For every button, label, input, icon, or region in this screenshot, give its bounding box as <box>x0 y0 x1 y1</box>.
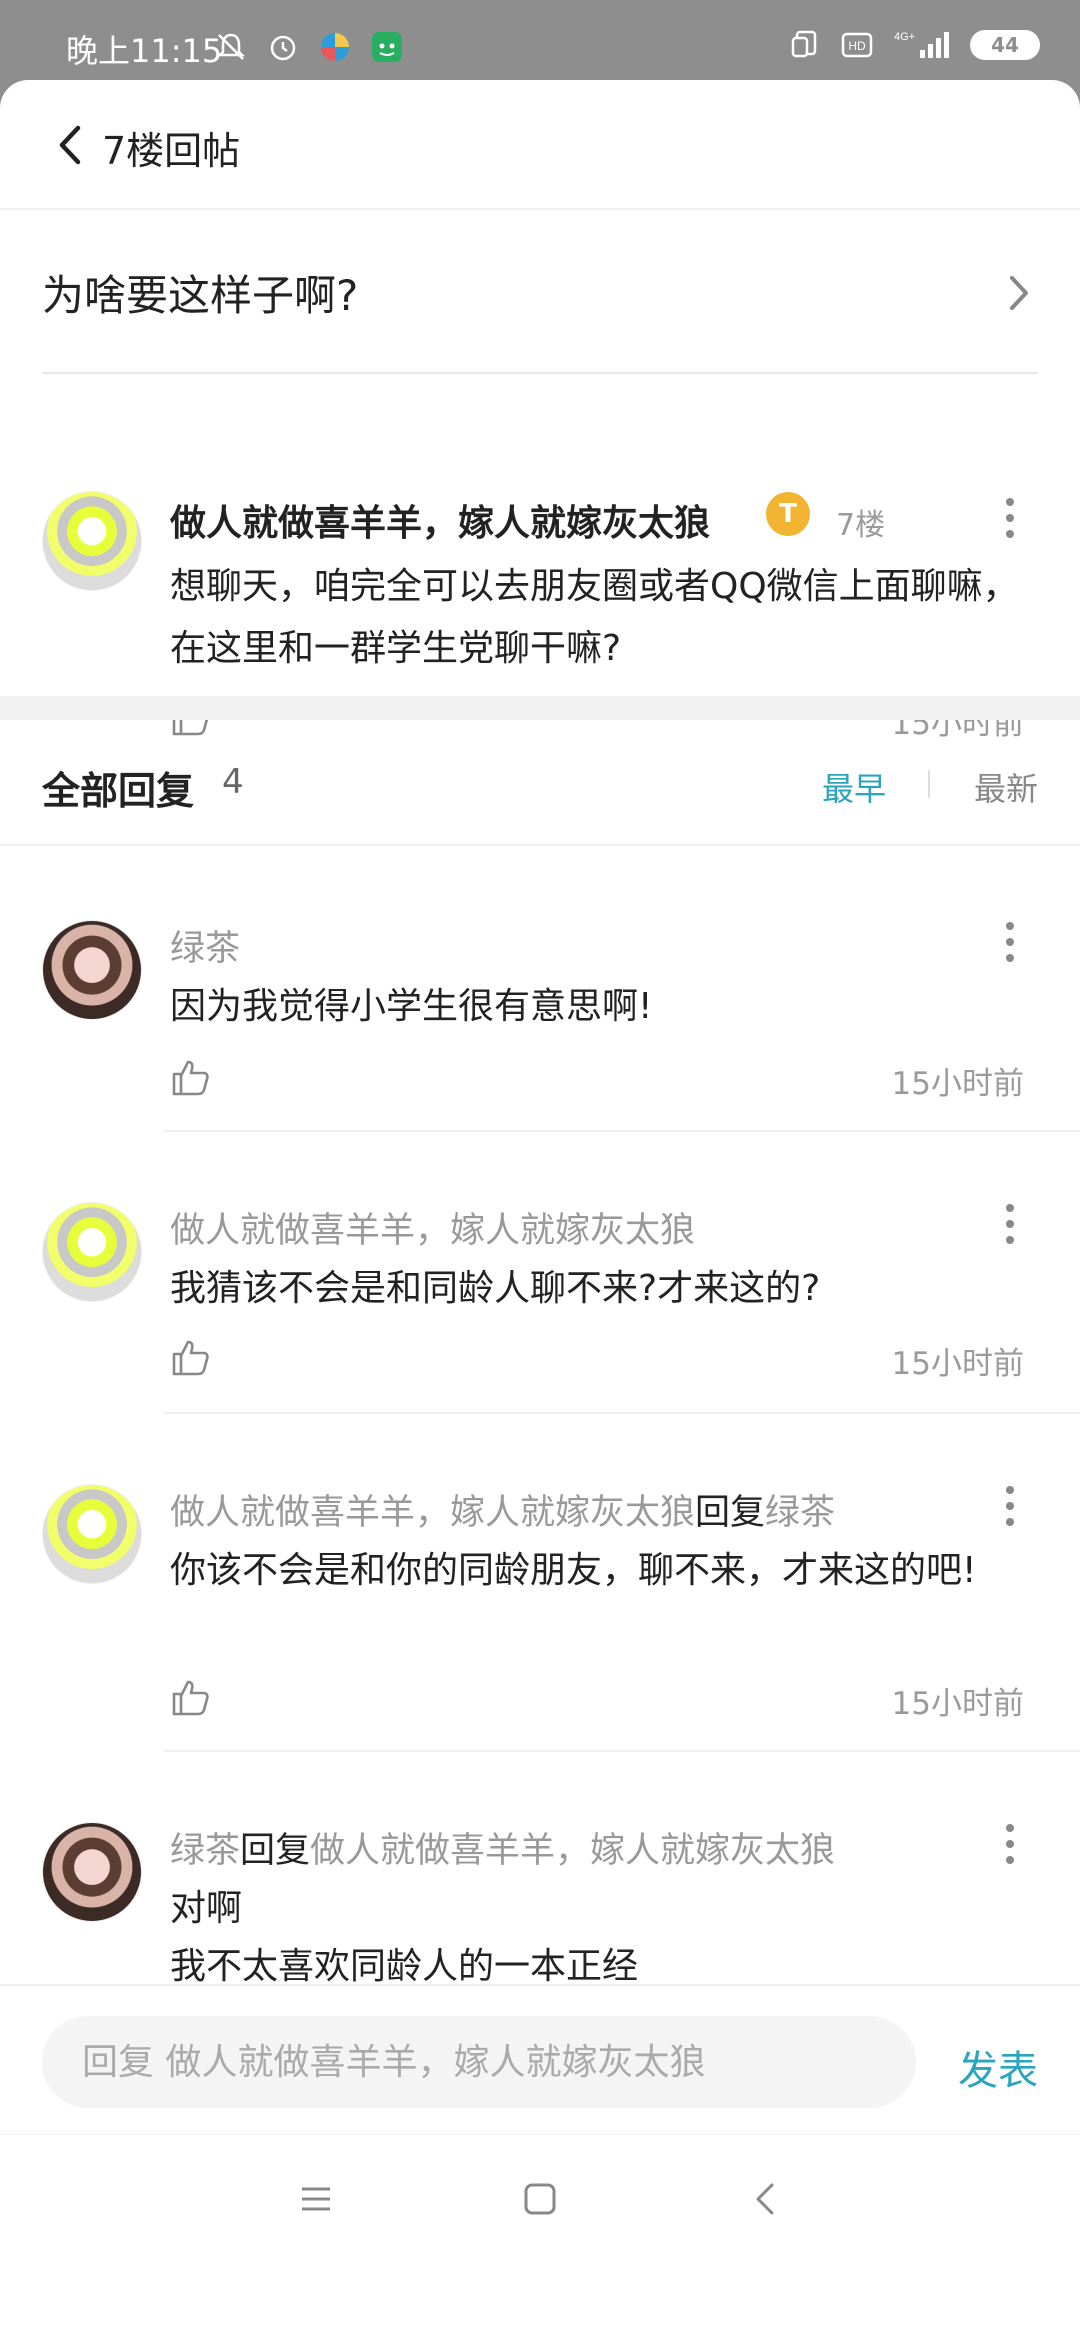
avatar[interactable] <box>42 1822 142 1922</box>
post-content: 想聊天，咱完全可以去朋友圈或者QQ微信上面聊嘛，在这里和一群学生党聊干嘛? <box>170 566 1019 669</box>
reply-content: 因为我觉得小学生很有意思啊! <box>170 986 653 1027</box>
signal-icon: 4G+ <box>894 31 949 58</box>
more-vertical-icon[interactable] <box>1000 920 1020 964</box>
reply-time: 15小时前 <box>891 1066 1024 1102</box>
thumbs-up-icon[interactable] <box>170 1056 212 1098</box>
android-app-icon <box>372 32 402 62</box>
menu-icon[interactable] <box>296 2179 336 2219</box>
reply-item: 绿茶 因为我觉得小学生很有意思啊! 15小时前 <box>0 850 1080 1132</box>
reply-author[interactable]: 绿茶回复做人就做喜羊羊，嫁人就嫁灰太狼 <box>170 1822 835 1873</box>
replies-count: 4 <box>222 762 244 802</box>
thread-title-link[interactable]: 为啥要这样子啊? <box>0 212 1080 372</box>
reply-author[interactable]: 做人就做喜羊羊，嫁人就嫁灰太狼 <box>170 1202 695 1253</box>
section-gap <box>0 696 1080 720</box>
reply-content: 我猜该不会是和同龄人聊不来?才来这的? <box>170 1268 821 1309</box>
status-bar: 晚上11:15 HD 4G+ 44 <box>0 0 1080 80</box>
screen-copy-icon <box>791 30 817 58</box>
back-arrow-icon[interactable] <box>50 120 90 170</box>
replies-title: 全部回复 <box>42 769 195 813</box>
status-notification-icons <box>214 30 404 64</box>
thumbs-up-icon[interactable] <box>170 1676 212 1718</box>
home-square-icon[interactable] <box>520 2179 560 2219</box>
avatar[interactable] <box>42 920 142 1020</box>
svg-text:HD: HD <box>848 39 866 53</box>
more-vertical-icon[interactable] <box>1000 1822 1020 1866</box>
reply-time: 15小时前 <box>891 1686 1024 1722</box>
reply-content: 你该不会是和你的同龄朋友，聊不来，才来这的吧! <box>170 1550 977 1591</box>
battery-indicator: 44 <box>970 30 1040 60</box>
avatar[interactable] <box>42 491 142 591</box>
thumbs-up-icon[interactable] <box>170 1336 212 1378</box>
sort-separator <box>928 770 930 798</box>
divider <box>42 372 1038 374</box>
browser-app-icon <box>321 33 349 61</box>
reply-author[interactable]: 做人就做喜羊羊，嫁人就嫁灰太狼回复绿茶 <box>170 1484 835 1535</box>
sort-latest-tab[interactable]: 最新 <box>974 764 1038 810</box>
chevron-right-icon <box>1010 276 1028 310</box>
avatar[interactable] <box>42 1484 142 1584</box>
more-vertical-icon[interactable] <box>1000 1202 1020 1246</box>
page-title: 7楼回帖 <box>102 129 241 173</box>
system-nav-bar <box>0 2134 1080 2260</box>
reply-time: 15小时前 <box>891 1346 1024 1382</box>
more-vertical-icon[interactable] <box>1000 1484 1020 1528</box>
sort-earliest-tab[interactable]: 最早 <box>822 764 886 810</box>
publish-button[interactable]: 发表 <box>958 2038 1038 2096</box>
hd-icon: HD <box>841 32 873 58</box>
back-triangle-icon[interactable] <box>746 2179 786 2219</box>
thread-title: 为啥要这样子啊? <box>42 271 359 320</box>
reply-composer: 发表 <box>0 1984 1080 2134</box>
alarm-clock-icon <box>270 35 296 61</box>
battery-level: 44 <box>991 33 1019 57</box>
level-badge: T <box>766 492 810 536</box>
mute-bell-icon <box>216 33 246 60</box>
more-vertical-icon[interactable] <box>1000 496 1020 540</box>
svg-text:4G+: 4G+ <box>894 31 915 43</box>
replies-header: 全部回复 4 最早 最新 <box>0 720 1080 846</box>
reply-sheet: 7楼回帖 为啥要这样子啊? 做人就做喜羊羊，嫁人就嫁灰太狼 T 7楼 想聊天，咱… <box>0 80 1080 2340</box>
avatar[interactable] <box>42 1202 142 1302</box>
reply-author[interactable]: 绿茶 <box>170 920 240 971</box>
status-time: 晚上11:15 <box>66 32 223 70</box>
reply-item: 做人就做喜羊羊，嫁人就嫁灰太狼 我猜该不会是和同龄人聊不来?才来这的? 15小时… <box>0 1132 1080 1414</box>
reply-item: 做人就做喜羊羊，嫁人就嫁灰太狼回复绿茶 你该不会是和你的同龄朋友，聊不来，才来这… <box>0 1414 1080 1752</box>
reply-input[interactable] <box>42 2016 916 2108</box>
post-author[interactable]: 做人就做喜羊羊，嫁人就嫁灰太狼 <box>170 494 710 546</box>
status-system-icons: HD 4G+ 44 <box>788 28 1040 62</box>
top-bar: 7楼回帖 <box>0 80 1080 210</box>
floor-label: 7楼 <box>836 508 886 543</box>
